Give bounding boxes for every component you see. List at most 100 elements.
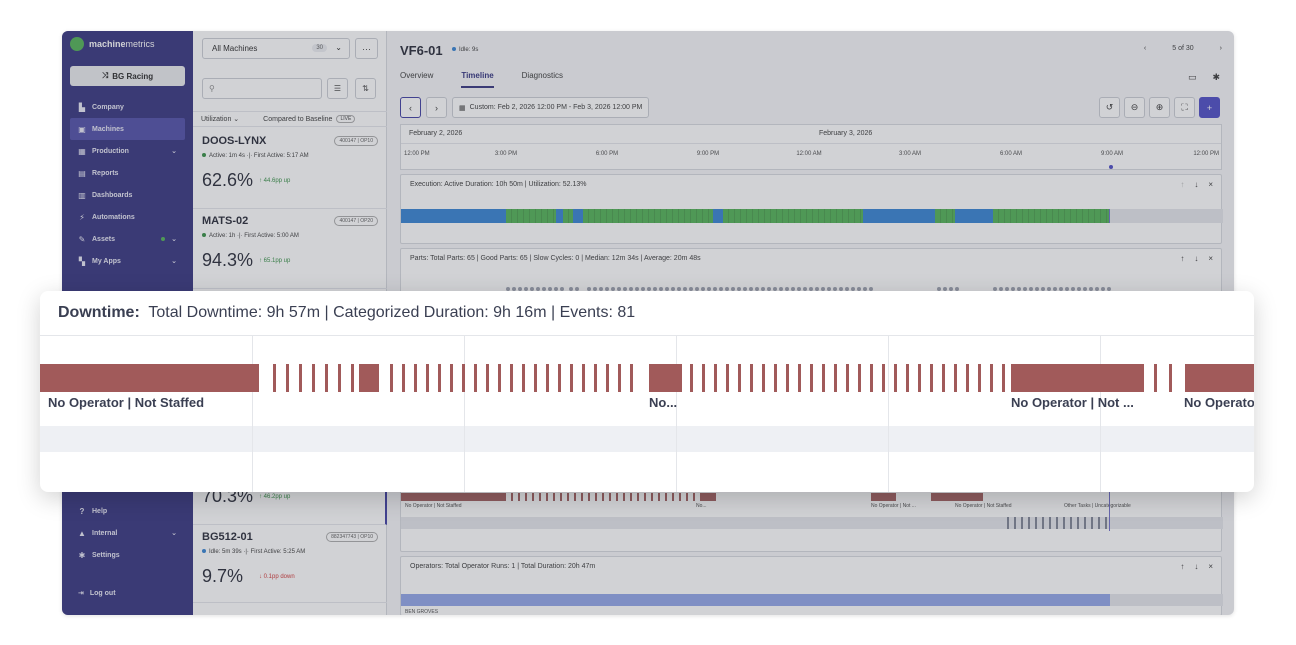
tab-diagnostics[interactable]: Diagnostics [522, 71, 563, 88]
downtime-tick[interactable] [810, 364, 813, 392]
sidebar-item-machines[interactable]: ▣ Machines [70, 118, 185, 140]
downtime-tick[interactable] [786, 364, 789, 392]
bookmark-icon[interactable]: ▭ [1188, 72, 1197, 83]
downtime-tick[interactable] [966, 364, 969, 392]
operator-run-bar[interactable] [401, 594, 1110, 606]
downtime-tick[interactable] [462, 364, 465, 392]
downtime-tick[interactable] [726, 364, 729, 392]
downtime-tick[interactable] [822, 364, 825, 392]
downtime-bar[interactable] [40, 364, 259, 392]
sidebar-item-reports[interactable]: ▤ Reports [70, 162, 185, 184]
add-button[interactable]: + [1199, 97, 1220, 118]
sidebar-item-automations[interactable]: ⚡ Automations [70, 206, 185, 228]
range-prev-button[interactable]: ‹ [400, 97, 421, 118]
downtime-tick[interactable] [286, 364, 289, 392]
downtime-bar[interactable] [649, 364, 682, 392]
utilization-select[interactable]: Utilization ⌄ [201, 115, 239, 123]
downtime-tick[interactable] [570, 364, 573, 392]
sidebar-item-production[interactable]: ▦ Production ⌄ [70, 140, 185, 162]
downtime-tick[interactable] [438, 364, 441, 392]
move-down-icon[interactable]: ↓ [1194, 254, 1198, 263]
move-up-icon[interactable]: ↑ [1180, 180, 1184, 189]
fullscreen-button[interactable]: ⛶ [1174, 97, 1195, 118]
downtime-tick[interactable] [546, 364, 549, 392]
downtime-tick[interactable] [351, 364, 354, 392]
machine-search-input[interactable]: ⚲ [202, 78, 322, 99]
downtime-tick[interactable] [522, 364, 525, 392]
downtime-tick[interactable] [474, 364, 477, 392]
downtime-bar[interactable] [359, 364, 379, 392]
downtime-tick[interactable] [858, 364, 861, 392]
downtime-tick[interactable] [390, 364, 393, 392]
sidebar-item-assets[interactable]: ✎ Assets ⌄ [70, 228, 185, 250]
org-switch-button[interactable]: ⤨ BG Racing [70, 66, 185, 86]
downtime-tick[interactable] [918, 364, 921, 392]
downtime-tick[interactable] [594, 364, 597, 392]
logout-button[interactable]: ⇥ Log out [78, 589, 116, 598]
downtime-tick[interactable] [606, 364, 609, 392]
filter-button[interactable]: ☰ [327, 78, 348, 99]
downtime-tick[interactable] [750, 364, 753, 392]
downtime-tick[interactable] [618, 364, 621, 392]
downtime-tick[interactable] [882, 364, 885, 392]
downtime-tick[interactable] [714, 364, 717, 392]
move-down-icon[interactable]: ↓ [1194, 180, 1198, 189]
downtime-tick[interactable] [312, 364, 315, 392]
sidebar-item-internal[interactable]: ▲ Internal ⌄ [70, 522, 185, 544]
tab-overview[interactable]: Overview [400, 71, 433, 88]
close-icon[interactable]: × [1208, 562, 1213, 571]
close-icon[interactable]: × [1208, 180, 1213, 189]
downtime-tick[interactable] [978, 364, 981, 392]
downtime-tick[interactable] [273, 364, 276, 392]
logo[interactable]: machinemetrics [70, 36, 155, 52]
downtime-tick[interactable] [486, 364, 489, 392]
history-button[interactable]: ↺ [1099, 97, 1120, 118]
downtime-tick[interactable] [906, 364, 909, 392]
downtime-tick[interactable] [325, 364, 328, 392]
downtime-tick[interactable] [1002, 364, 1005, 392]
downtime-tick[interactable] [450, 364, 453, 392]
downtime-tick[interactable] [846, 364, 849, 392]
downtime-tick[interactable] [990, 364, 993, 392]
downtime-tick[interactable] [834, 364, 837, 392]
downtime-tick[interactable] [1154, 364, 1157, 392]
date-range-picker[interactable]: ▦ Custom: Feb 2, 2026 12:00 PM - Feb 3, … [452, 97, 650, 118]
downtime-tick[interactable] [870, 364, 873, 392]
sidebar-item-dashboards[interactable]: ▥ Dashboards [70, 184, 185, 206]
prev-machine-button[interactable]: ‹ [1144, 45, 1146, 52]
downtime-tick[interactable] [798, 364, 801, 392]
downtime-tick[interactable] [338, 364, 341, 392]
downtime-tick[interactable] [930, 364, 933, 392]
move-up-icon[interactable]: ↑ [1180, 254, 1184, 263]
sidebar-item-company[interactable]: ▙ Company [70, 96, 185, 118]
downtime-tick[interactable] [954, 364, 957, 392]
downtime-tick[interactable] [1169, 364, 1172, 392]
gear-icon[interactable]: ✱ [1212, 72, 1220, 83]
downtime-tick[interactable] [510, 364, 513, 392]
machine-group-select[interactable]: All Machines 30 ⌄ [202, 38, 350, 59]
downtime-tick[interactable] [942, 364, 945, 392]
machine-list-item[interactable]: MATS-02 400147 | OP20 Active: 1h ·|· First… [193, 209, 387, 289]
sidebar-item-help[interactable]: ? Help [70, 500, 185, 522]
downtime-tick[interactable] [690, 364, 693, 392]
downtime-tick[interactable] [299, 364, 302, 392]
downtime-tick[interactable] [894, 364, 897, 392]
zoom-out-button[interactable]: ⊖ [1124, 97, 1145, 118]
downtime-tick[interactable] [582, 364, 585, 392]
downtime-tick[interactable] [558, 364, 561, 392]
sidebar-item-my-apps[interactable]: ▚ My Apps ⌄ [70, 250, 185, 272]
downtime-tick[interactable] [414, 364, 417, 392]
sort-button[interactable]: ⇅ [355, 78, 376, 99]
downtime-tick[interactable] [630, 364, 633, 392]
zoom-in-button[interactable]: ⊕ [1149, 97, 1170, 118]
machine-list-item[interactable]: BG512-01 882347743 | OP10 Idle: 5m 39s ·|·… [193, 525, 387, 603]
downtime-bar[interactable] [1011, 364, 1144, 392]
range-next-button[interactable]: › [426, 97, 447, 118]
tab-timeline[interactable]: Timeline [461, 71, 494, 88]
downtime-bar[interactable] [1185, 364, 1254, 392]
downtime-tick[interactable] [702, 364, 705, 392]
sidebar-item-settings[interactable]: ✱ Settings [70, 544, 185, 566]
downtime-tick[interactable] [762, 364, 765, 392]
next-machine-button[interactable]: › [1220, 45, 1222, 52]
more-options-button[interactable]: ··· [355, 38, 378, 59]
